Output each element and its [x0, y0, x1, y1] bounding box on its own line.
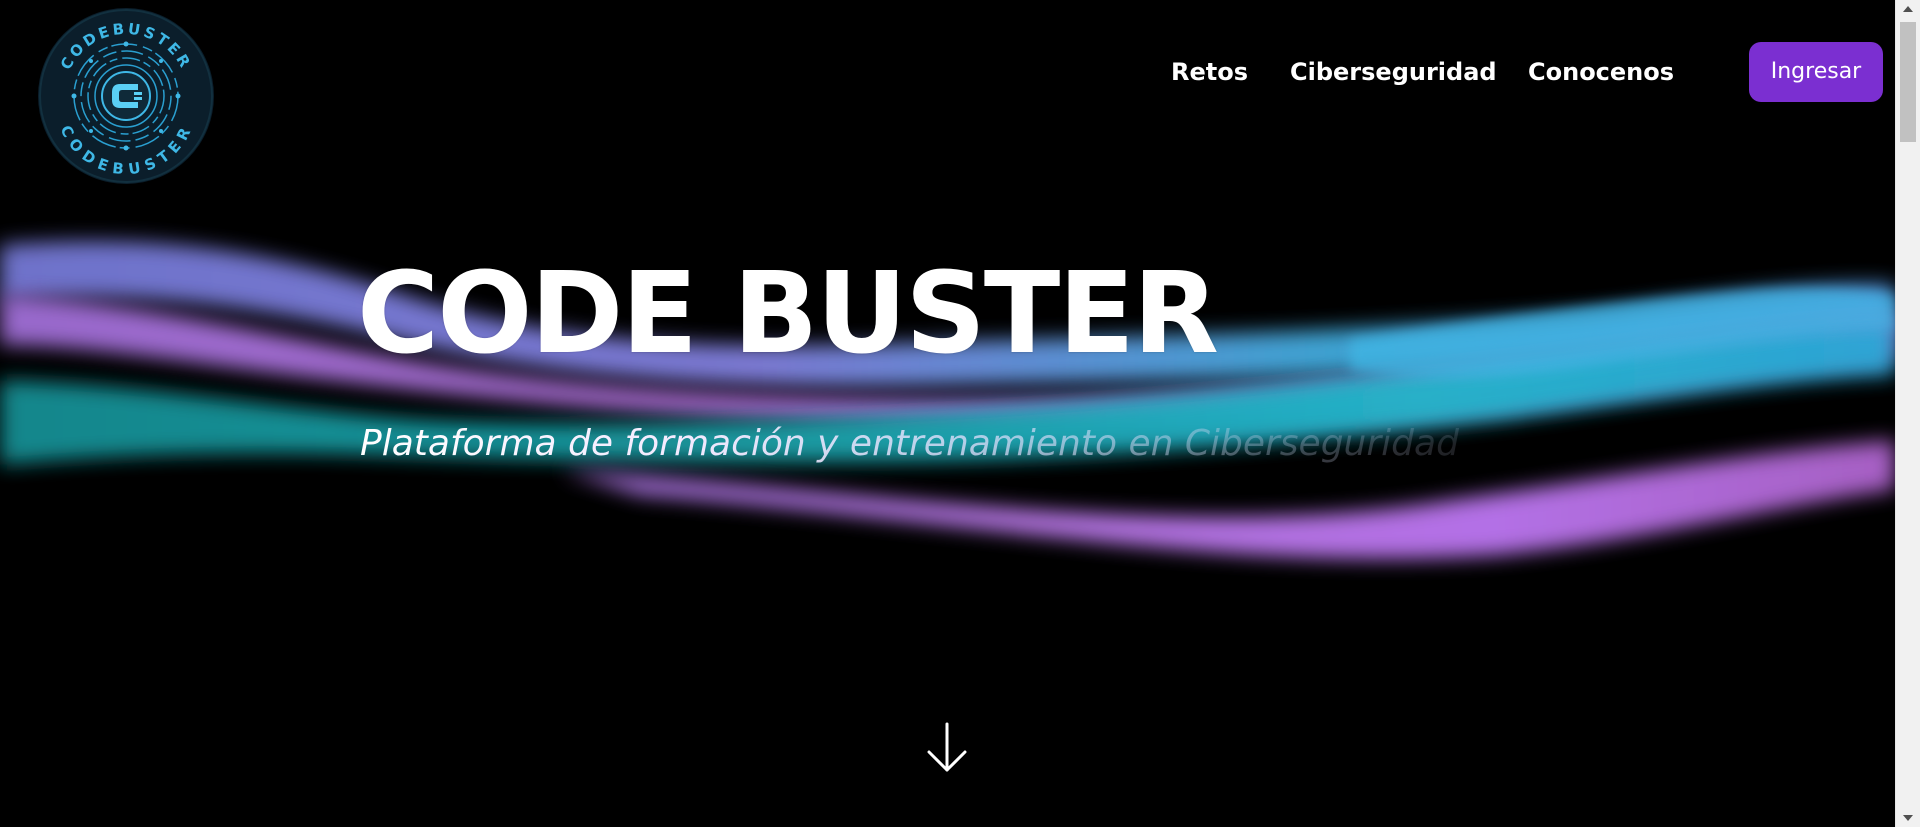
- vertical-scrollbar[interactable]: [1895, 0, 1920, 827]
- scroll-down-icon[interactable]: [1896, 809, 1920, 827]
- page: CODEBUSTER CODEBUSTER Retos Cibersegurid…: [0, 0, 1920, 827]
- scrollbar-thumb[interactable]: [1900, 22, 1916, 142]
- main-nav: Retos Ciberseguridad Conocenos: [0, 42, 1895, 102]
- viewport: CODEBUSTER CODEBUSTER Retos Cibersegurid…: [0, 0, 1895, 827]
- hero-title: CODE BUSTER: [357, 249, 1219, 379]
- arrow-down-icon[interactable]: [925, 722, 969, 774]
- hero-subtitle: Plataforma de formación y entrenamiento …: [360, 420, 1459, 468]
- wave-background: [0, 241, 1895, 560]
- nav-link-conocenos[interactable]: Conocenos: [1528, 42, 1674, 102]
- login-button[interactable]: Ingresar: [1749, 42, 1883, 102]
- scroll-up-icon[interactable]: [1896, 0, 1920, 18]
- nav-link-retos[interactable]: Retos: [1171, 42, 1248, 102]
- nav-link-ciberseguridad[interactable]: Ciberseguridad: [1290, 42, 1497, 102]
